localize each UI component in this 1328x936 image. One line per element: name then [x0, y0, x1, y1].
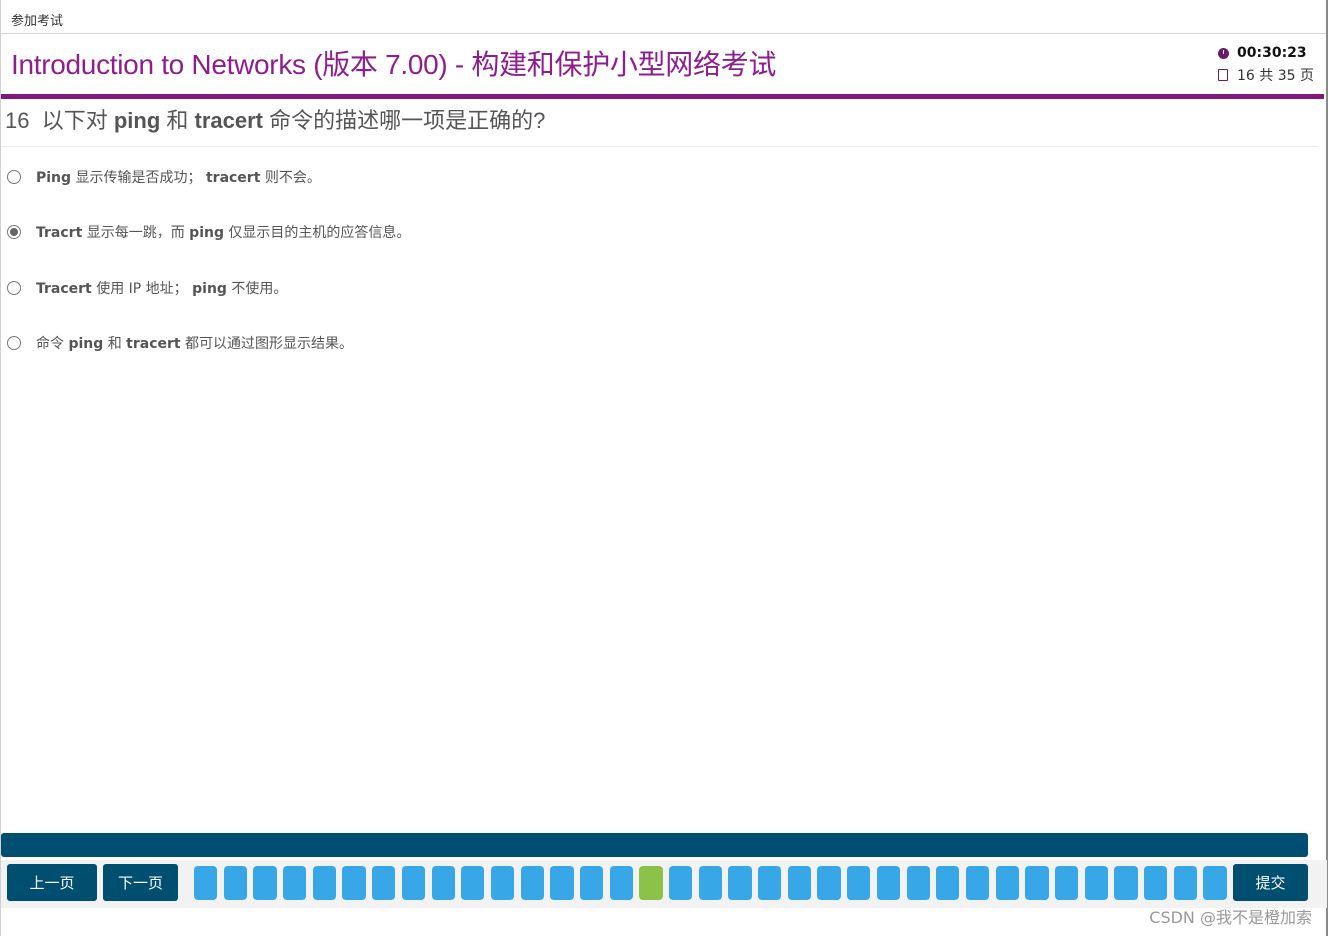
take-exam-label: 参加考试	[11, 14, 64, 29]
answer-option[interactable]: Tracrt 显示每一跳，而 ping 仅显示目的主机的应答信息。	[7, 205, 1326, 261]
question-square[interactable]	[194, 866, 218, 900]
option-label: Tracert 使用 IP 地址； ping 不使用。	[36, 280, 288, 297]
answer-options: Ping 显示传输是否成功； tracert 则不会。 Tracrt 显示每一跳…	[1, 149, 1326, 371]
question-square[interactable]	[342, 866, 366, 900]
question-keyword: tracert	[194, 108, 263, 133]
question-square-current[interactable]	[639, 866, 663, 900]
clock-icon	[1218, 47, 1229, 59]
question-part: 以下对	[41, 108, 114, 133]
question-square[interactable]	[520, 866, 544, 900]
radio-button[interactable]	[7, 169, 21, 184]
question-square[interactable]	[1114, 866, 1138, 900]
question-text: 16 以下对 ping 和 tracert 命令的描述哪一项是正确的?	[1, 99, 1318, 147]
question-square[interactable]	[1144, 866, 1168, 900]
radio-button-selected[interactable]	[7, 225, 21, 240]
question-square[interactable]	[1054, 866, 1079, 900]
submit-button[interactable]: 提交	[1233, 864, 1308, 901]
page-info-row: 16 共 35 页	[1218, 64, 1318, 86]
question-square[interactable]	[461, 866, 485, 900]
question-square[interactable]	[698, 866, 722, 900]
question-square[interactable]	[401, 866, 426, 900]
answer-option[interactable]: 命令 ping 和 tracert 都可以通过图形显示结果。	[7, 316, 1326, 372]
question-square[interactable]	[906, 866, 930, 900]
question-square[interactable]	[965, 866, 990, 900]
question-square[interactable]	[728, 866, 752, 900]
question-square[interactable]	[669, 866, 693, 900]
question-square[interactable]	[283, 866, 307, 900]
question-square[interactable]	[1084, 866, 1108, 900]
prev-page-button[interactable]: 上一页	[7, 864, 97, 901]
question-number: 16	[5, 108, 30, 133]
progress-bar	[1, 833, 1308, 857]
question-square[interactable]	[253, 866, 277, 900]
question-square[interactable]	[1203, 866, 1227, 900]
question-navigator	[194, 866, 1227, 900]
question-square[interactable]	[312, 866, 337, 900]
question-square[interactable]	[1173, 866, 1197, 900]
question-square[interactable]	[847, 866, 871, 900]
exam-header: Introduction to Networks (版本 7.00) - 构建和…	[1, 34, 1326, 94]
page-icon	[1218, 69, 1228, 81]
question-square[interactable]	[223, 866, 247, 900]
question-part: 和	[160, 108, 195, 133]
option-label: Ping 显示传输是否成功； tracert 则不会。	[36, 169, 321, 186]
question-square[interactable]	[609, 866, 633, 900]
watermark: CSDN @我不是橙加索	[1149, 908, 1312, 927]
exam-title: Introduction to Networks (版本 7.00) - 构建和…	[11, 49, 777, 80]
question-square[interactable]	[372, 866, 396, 900]
question-square[interactable]	[995, 866, 1019, 900]
timer-row: 00:30:23	[1218, 42, 1318, 64]
question-square[interactable]	[817, 866, 841, 900]
option-label: Tracrt 显示每一跳，而 ping 仅显示目的主机的应答信息。	[36, 225, 411, 242]
top-bar: 参加考试	[1, 0, 1326, 34]
option-label: 命令 ping 和 tracert 都可以通过图形显示结果。	[36, 336, 354, 353]
question-part: 命令的描述哪一项是正确的?	[263, 108, 546, 133]
question-square[interactable]	[579, 866, 604, 900]
answer-option[interactable]: Tracert 使用 IP 地址； ping 不使用。	[7, 260, 1326, 316]
answer-option[interactable]: Ping 显示传输是否成功； tracert 则不会。	[7, 149, 1326, 205]
exam-meta: 00:30:23 16 共 35 页	[1218, 42, 1318, 86]
question-square[interactable]	[936, 866, 960, 900]
question-square[interactable]	[431, 866, 455, 900]
radio-button[interactable]	[7, 336, 21, 351]
question-square[interactable]	[550, 866, 574, 900]
question-square[interactable]	[876, 866, 901, 900]
next-page-button[interactable]: 下一页	[103, 864, 178, 901]
page-info-text: 16 共 35 页	[1237, 68, 1314, 84]
exam-window: 参加考试 Introduction to Networks (版本 7.00) …	[0, 0, 1328, 936]
timer-text: 00:30:23	[1237, 45, 1307, 61]
question-square[interactable]	[787, 866, 812, 900]
question-keyword: ping	[113, 108, 161, 133]
radio-button[interactable]	[7, 280, 21, 295]
question-square[interactable]	[490, 866, 515, 900]
question-square[interactable]	[758, 866, 782, 900]
question-square[interactable]	[1025, 866, 1049, 900]
